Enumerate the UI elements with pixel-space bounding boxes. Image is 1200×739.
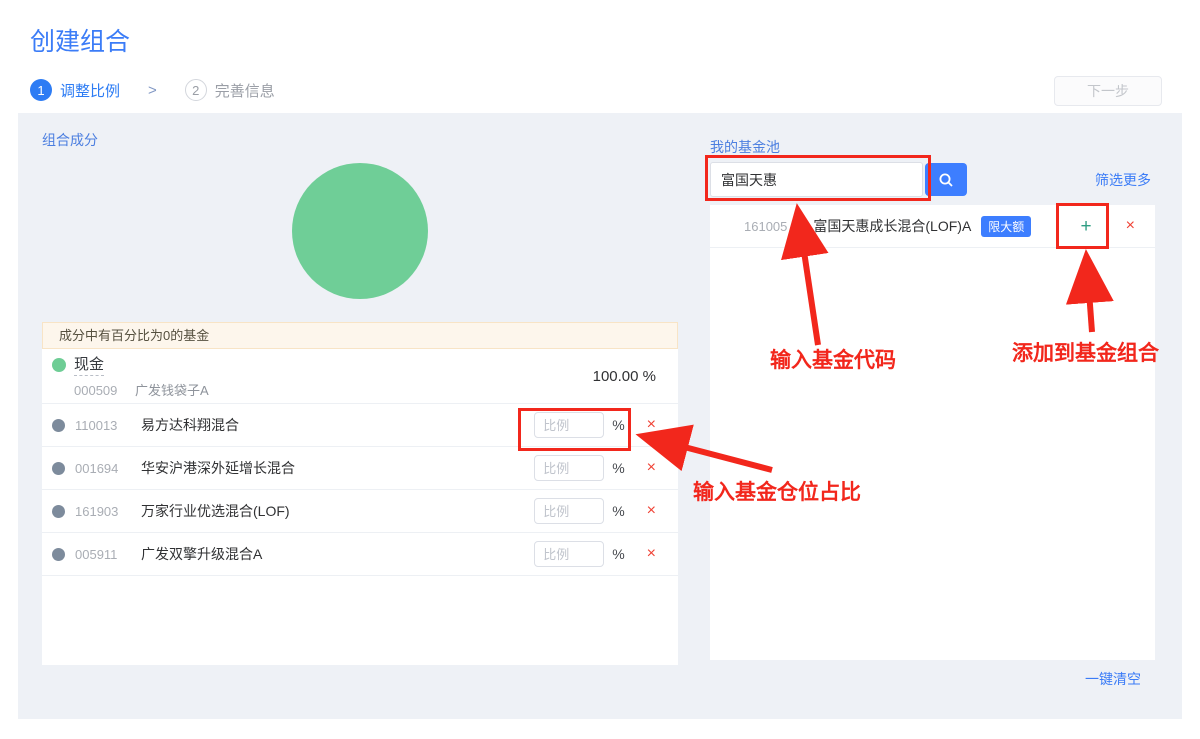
fund-name: 华安沪港深外延增长混合	[141, 458, 295, 478]
fund-row: 110013 易方达科翔混合 % ×	[42, 404, 678, 447]
ratio-input[interactable]	[534, 541, 604, 567]
fund-code: 005911	[75, 547, 131, 562]
portfolio-pie-chart	[292, 163, 428, 299]
create-portfolio-page: 创建组合 1 调整比例 > 2 完善信息 下一步 组合成分 成分中有百分比为0的…	[0, 0, 1200, 739]
remove-fund-icon[interactable]: ×	[647, 546, 656, 562]
next-step-button[interactable]: 下一步	[1054, 76, 1162, 106]
ratio-input[interactable]	[534, 412, 604, 438]
search-result-row: 161005 富国天惠成长混合(LOF)A 限大额 + ×	[710, 205, 1155, 248]
step-indicator: 1 调整比例 > 2 完善信息	[30, 79, 275, 101]
remove-fund-icon[interactable]: ×	[647, 460, 656, 476]
left-panel-title: 组合成分	[42, 130, 98, 150]
result-fund-name: 富国天惠成长混合(LOF)A	[813, 216, 971, 236]
search-button[interactable]	[925, 163, 967, 196]
right-panel-title: 我的基金池	[710, 137, 780, 157]
fund-row: 001694 华安沪港深外延增长混合 % ×	[42, 447, 678, 490]
percent-sign: %	[612, 417, 624, 433]
fund-row: 005911 广发双擎升级混合A % ×	[42, 533, 678, 576]
fund-search-input[interactable]	[710, 162, 923, 197]
cash-percent-value: 100.00 %	[593, 368, 656, 385]
step-1-circle: 1	[30, 79, 52, 101]
fund-code: 161903	[75, 504, 131, 519]
fund-color-dot	[52, 462, 65, 475]
fund-color-dot	[52, 505, 65, 518]
fund-name: 易方达科翔混合	[141, 415, 239, 435]
fund-row: 161903 万家行业优选混合(LOF) % ×	[42, 490, 678, 533]
step-separator-icon: >	[148, 82, 157, 99]
page-title: 创建组合	[30, 22, 130, 58]
fund-code: 001694	[75, 461, 131, 476]
filter-more-link[interactable]: 筛选更多	[1095, 170, 1151, 190]
cash-fund-name: 广发钱袋子A	[135, 383, 209, 398]
result-fund-code: 161005	[744, 219, 787, 234]
step-1-label: 调整比例	[60, 80, 120, 101]
cash-row: 现金 000509 广发钱袋子A 100.00 %	[42, 349, 678, 404]
fund-code: 110013	[75, 418, 131, 433]
step-2-label: 完善信息	[215, 80, 275, 101]
search-icon	[938, 172, 954, 188]
fund-pool-card: 161005 富国天惠成长混合(LOF)A 限大额 + ×	[710, 205, 1155, 660]
percent-sign: %	[612, 546, 624, 562]
remove-result-icon[interactable]: ×	[1126, 218, 1135, 234]
clear-all-link[interactable]: 一键清空	[1085, 669, 1141, 689]
step-2-circle: 2	[185, 79, 207, 101]
fund-name: 万家行业优选混合(LOF)	[141, 501, 290, 521]
add-fund-icon[interactable]: +	[1081, 217, 1092, 236]
cash-color-dot	[52, 358, 66, 372]
remove-fund-icon[interactable]: ×	[647, 417, 656, 433]
remove-fund-icon[interactable]: ×	[647, 503, 656, 519]
portfolio-composition-card: 成分中有百分比为0的基金 现金 000509 广发钱袋子A 100.00 % 1…	[42, 322, 678, 665]
zero-percent-warning: 成分中有百分比为0的基金	[42, 322, 678, 349]
percent-sign: %	[612, 460, 624, 476]
fund-name: 广发双擎升级混合A	[141, 544, 262, 564]
cash-fund-code: 000509	[74, 383, 117, 398]
percent-sign: %	[612, 503, 624, 519]
fund-color-dot	[52, 419, 65, 432]
limit-badge: 限大额	[981, 216, 1031, 237]
ratio-input[interactable]	[534, 455, 604, 481]
ratio-input[interactable]	[534, 498, 604, 524]
fund-color-dot	[52, 548, 65, 561]
cash-name: 现金	[74, 353, 104, 376]
